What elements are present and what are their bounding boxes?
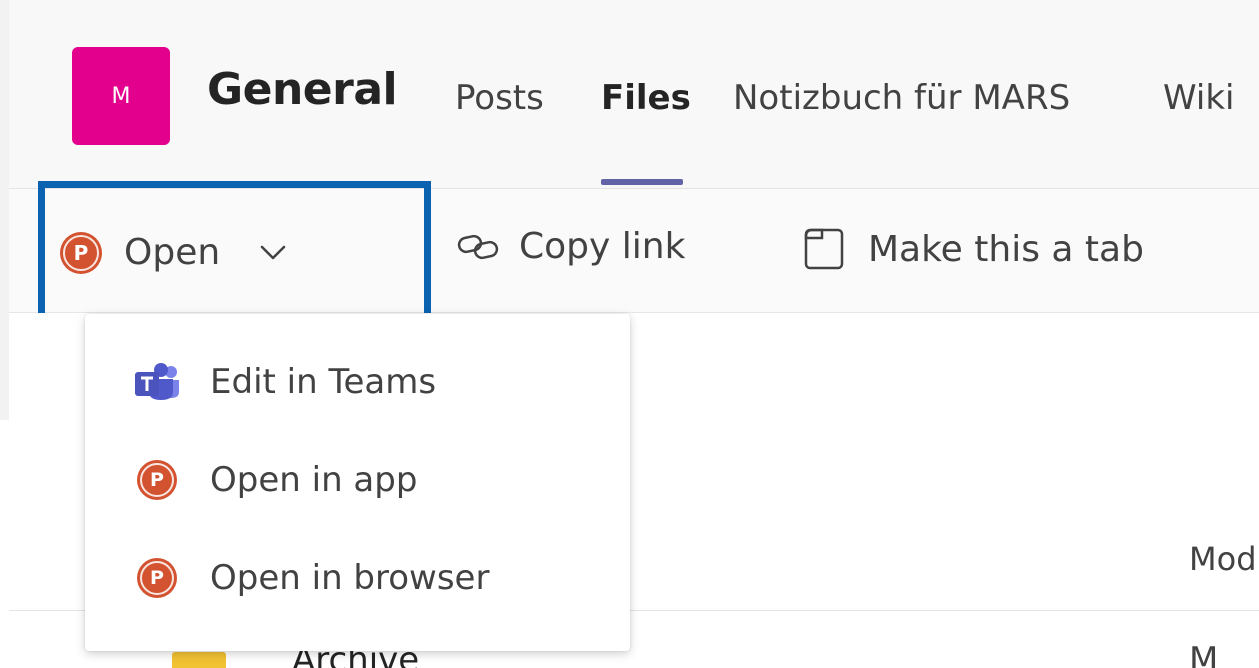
team-avatar[interactable]: M [72, 47, 170, 145]
team-avatar-letter: M [111, 83, 131, 109]
tab-files[interactable]: Files [601, 78, 691, 118]
active-tab-indicator [601, 179, 683, 185]
app-bar-edge [0, 0, 9, 420]
open-dropdown-menu: Edit in Teams P Open in app P Open in br… [85, 314, 630, 651]
open-button[interactable]: P Open [60, 205, 410, 300]
menu-item-edit-in-teams[interactable]: Edit in Teams [85, 334, 630, 430]
folder-icon [172, 652, 226, 668]
powerpoint-icon-wrap: P [133, 554, 181, 602]
teams-window: M General Posts Files Notizbuch für MARS… [0, 0, 1259, 668]
open-button-label: Open [124, 232, 221, 273]
powerpoint-icon: P [60, 231, 102, 274]
menu-item-open-in-browser[interactable]: P Open in browser [85, 530, 630, 626]
file-row-modified: M [1189, 640, 1219, 668]
menu-item-label: Open in browser [210, 558, 490, 598]
powerpoint-icon: P [137, 558, 177, 598]
copy-link-label: Copy link [519, 226, 686, 267]
menu-item-label: Open in app [210, 460, 418, 500]
link-icon [457, 234, 499, 259]
make-this-a-tab-button[interactable]: Make this a tab [802, 226, 1144, 272]
tab-icon [804, 228, 844, 270]
teams-icon [133, 358, 181, 406]
chevron-down-icon [260, 245, 286, 259]
column-header-modified[interactable]: Modified [1189, 540, 1259, 578]
channel-title: General [207, 64, 398, 115]
menu-item-label: Edit in Teams [210, 362, 437, 402]
menu-item-open-in-app[interactable]: P Open in app [85, 432, 630, 528]
powerpoint-icon: P [137, 460, 177, 500]
tab-wiki[interactable]: Wiki [1163, 78, 1234, 118]
tab-notebook[interactable]: Notizbuch für MARS [733, 78, 1070, 118]
tab-posts[interactable]: Posts [455, 78, 544, 118]
powerpoint-icon-wrap: P [133, 456, 181, 504]
make-this-a-tab-label: Make this a tab [868, 228, 1144, 270]
copy-link-button[interactable]: Copy link [457, 226, 685, 267]
